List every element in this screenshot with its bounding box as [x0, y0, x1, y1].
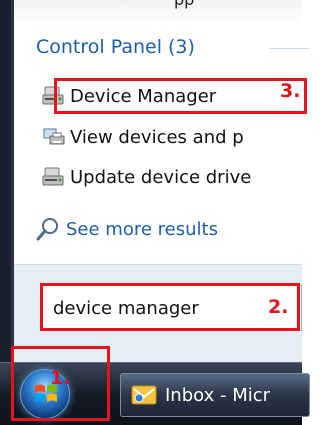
result-label: Update device drive	[70, 166, 252, 188]
result-update-device-drivers[interactable]: Update device drive	[42, 162, 312, 192]
outlook-icon	[131, 385, 157, 405]
highlight-box-device-manager	[54, 78, 307, 114]
see-more-label: See more results	[66, 218, 218, 240]
group-divider	[269, 48, 309, 49]
devices-printers-icon	[43, 128, 65, 145]
see-more-results-link[interactable]: See more results	[36, 216, 218, 242]
step-number-2: 2.	[268, 296, 289, 318]
control-panel-group-header[interactable]: Control Panel (3)	[36, 36, 195, 58]
menu-top-edge	[14, 0, 302, 26]
clipped-text: pp	[174, 0, 194, 9]
step-number-3: 3.	[280, 80, 301, 102]
device-manager-icon	[42, 167, 64, 186]
taskbar-button-label: Inbox - Micr	[165, 384, 271, 406]
result-label: View devices and p	[70, 126, 244, 148]
desktop-edge	[0, 0, 14, 362]
result-view-devices-printers[interactable]: View devices and p	[42, 122, 312, 152]
search-icon	[36, 218, 58, 241]
highlight-box-search	[40, 283, 300, 331]
taskbar-button-inbox[interactable]: Inbox - Micr	[120, 373, 310, 417]
step-number-1: 1.	[50, 367, 71, 389]
